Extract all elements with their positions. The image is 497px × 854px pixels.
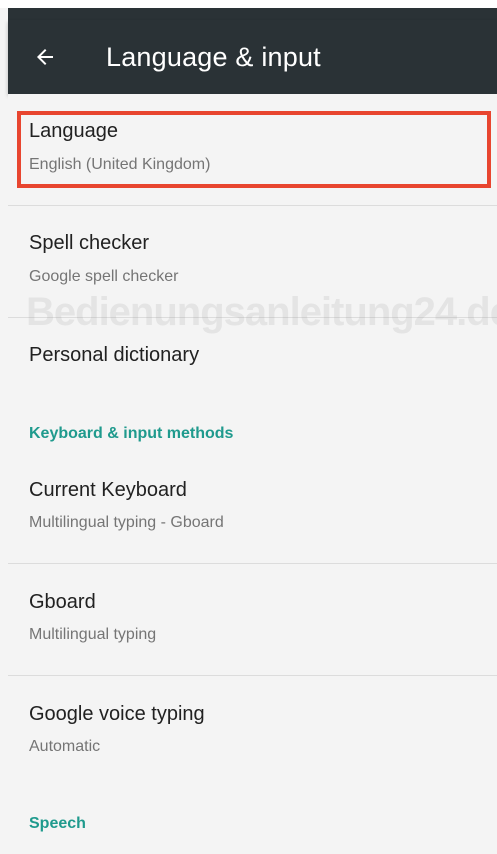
setting-personal-dictionary-title: Personal dictionary [29,344,200,366]
setting-current-keyboard-title: Current Keyboard [29,479,187,501]
setting-current-keyboard-subtitle: Multilingual typing - Gboard [29,514,224,531]
section-header-speech: Speech [29,815,86,832]
setting-spell-checker-title: Spell checker [29,232,150,254]
setting-spell-checker-subtitle: Google spell checker [29,268,179,285]
setting-gboard[interactable]: Gboard Multilingual typing [8,564,497,675]
setting-personal-dictionary[interactable]: Personal dictionary [8,318,497,394]
status-bar [8,8,497,20]
arrow-left-icon [37,49,53,65]
screen: Language & input Language English (Unite… [0,0,497,854]
setting-language[interactable]: Language English (United Kingdom) [8,94,497,205]
setting-gboard-title: Gboard [29,591,96,613]
section-header-keyboard: Keyboard & input methods [29,425,234,442]
setting-language-title: Language [29,120,118,142]
setting-current-keyboard[interactable]: Current Keyboard Multilingual typing - G… [8,454,497,562]
app-bar: Language & input [8,20,497,94]
setting-google-voice-typing-subtitle: Automatic [29,738,101,755]
setting-gboard-subtitle: Multilingual typing [29,626,157,643]
setting-google-voice-typing-title: Google voice typing [29,703,205,725]
page-title: Language & input [106,42,321,72]
setting-google-voice-typing[interactable]: Google voice typing Automatic [8,676,497,784]
back-button[interactable] [28,40,62,74]
top-edge [0,0,497,8]
settings-list: Language English (United Kingdom) Spell … [8,94,497,854]
setting-language-subtitle: English (United Kingdom) [29,156,211,173]
setting-spell-checker[interactable]: Spell checker Google spell checker [8,206,497,317]
